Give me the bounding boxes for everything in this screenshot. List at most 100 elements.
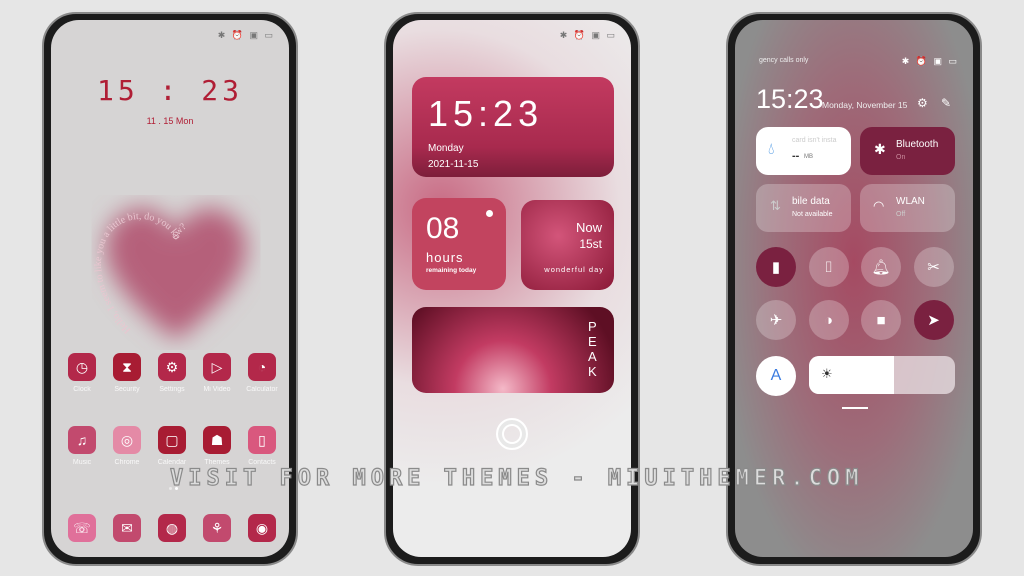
toggle-screenshot[interactable]: ✂ bbox=[913, 247, 954, 287]
wonderful-label: wonderful day bbox=[544, 265, 604, 274]
dock-app[interactable]: ✉ bbox=[113, 514, 141, 542]
chrome-icon: ◎ bbox=[120, 431, 134, 448]
gear-icon: ⚙ bbox=[165, 358, 179, 375]
calendar-icon: ▢ bbox=[165, 431, 179, 448]
watermark: VISIT FOR MORE THEMES - MIUITHEMER.COM bbox=[169, 465, 864, 491]
now-label: Now bbox=[575, 220, 602, 235]
water-drop-icon: 💧︎ bbox=[768, 141, 775, 158]
camera-icon: ◉ bbox=[255, 519, 269, 536]
carrier-text: gency calls only bbox=[759, 57, 809, 64]
screenshot-icon: ✂ bbox=[927, 259, 940, 276]
home-indicator[interactable] bbox=[842, 407, 868, 409]
cc-date: Monday, November 15 bbox=[822, 100, 908, 110]
hours-label: hours bbox=[426, 250, 464, 265]
peak-label: PEAK bbox=[588, 319, 597, 379]
app-label: Settings bbox=[159, 386, 185, 393]
reading-mode-icon: ◑ bbox=[823, 311, 834, 329]
clock-time: 15 : 23 bbox=[96, 74, 243, 107]
app-contacts[interactable]: ▯ bbox=[248, 426, 276, 454]
app-label: Mi Video bbox=[203, 386, 231, 393]
dock-app[interactable]: ⚘ bbox=[203, 514, 231, 542]
toggle-airplane[interactable]: ✈ bbox=[756, 300, 796, 340]
clock-date: 11 . 15 Mon bbox=[146, 116, 194, 126]
browser-icon: ◍ bbox=[165, 519, 179, 536]
toggle-reading-mode[interactable]: ◑ bbox=[808, 300, 849, 340]
dock-app[interactable]: ◉ bbox=[248, 514, 276, 542]
sun-icon: ☀ bbox=[821, 366, 833, 381]
fingerprint-icon[interactable] bbox=[496, 418, 528, 450]
hours-widget[interactable]: 08 hours remaining today bbox=[412, 198, 506, 290]
vibrate-icon: ▮ bbox=[771, 259, 781, 276]
mobile-data-status: Not available bbox=[792, 211, 833, 218]
bluetooth-status: On bbox=[896, 154, 906, 161]
status-icons: ✱ ⏰ ▣ ▭ bbox=[901, 56, 959, 66]
toggle-vibrate[interactable]: ▮ bbox=[756, 247, 796, 287]
app-settings[interactable]: ⚙ bbox=[158, 353, 186, 381]
dock-app[interactable]: ◍ bbox=[158, 514, 186, 542]
mobile-data-title: bile data bbox=[792, 196, 830, 207]
dot bbox=[486, 210, 493, 217]
wlan-status: Off bbox=[896, 211, 906, 218]
app-calendar[interactable]: ▢ bbox=[158, 426, 186, 454]
rose-icon: ⚘ bbox=[210, 519, 224, 536]
app-label: Calendar bbox=[157, 459, 187, 466]
app-mi-video[interactable]: ▷ bbox=[203, 353, 231, 381]
data-tile-unit: MB bbox=[804, 154, 813, 160]
remaining-label: remaining today bbox=[426, 267, 477, 274]
app-label: Clock bbox=[73, 386, 91, 393]
cc-time: 15:23 bbox=[756, 84, 824, 114]
bluetooth-tile[interactable]: ✱ Bluetooth On bbox=[860, 127, 955, 175]
location-icon: ➤ bbox=[927, 312, 940, 329]
status-icons: ✱ ⏰ ▣ ▭ bbox=[217, 30, 275, 40]
hourglass-icon: ⧗ bbox=[122, 358, 132, 375]
phone-icon: ☏ bbox=[73, 519, 91, 536]
heart-wallpaper: Hello, I seem to like you a little bit, … bbox=[81, 180, 271, 350]
contacts-icon: ▯ bbox=[258, 431, 266, 448]
app-clock[interactable]: ◷ bbox=[68, 353, 96, 381]
data-tile-title: card isn't insta bbox=[792, 137, 837, 144]
wlan-title: WLAN bbox=[896, 196, 925, 207]
app-label: Music bbox=[72, 459, 92, 466]
toggle-location[interactable]: ➤ bbox=[913, 300, 954, 340]
app-security[interactable]: ⧗ bbox=[113, 353, 141, 381]
mobile-data-tile[interactable]: ⇅ bile data Not available bbox=[756, 184, 851, 232]
bluetooth-title: Bluetooth bbox=[896, 139, 939, 150]
lock-icon: ■ bbox=[876, 311, 886, 329]
brightness-slider[interactable]: ☀ bbox=[809, 356, 955, 394]
date-widget[interactable]: Now 15st wonderful day bbox=[521, 200, 614, 290]
app-label: Security bbox=[114, 386, 140, 393]
toggle-bell[interactable]: 🔔︎ bbox=[861, 247, 901, 287]
toggle-lock[interactable]: ■ bbox=[861, 300, 901, 340]
bluetooth-icon: ✱ bbox=[874, 141, 886, 157]
app-label: Contacts bbox=[248, 459, 276, 466]
dock-app[interactable]: ☏ bbox=[68, 514, 96, 542]
day-ordinal: 15st bbox=[579, 237, 602, 251]
app-label: Themes bbox=[204, 459, 230, 466]
auto-brightness-button[interactable]: A bbox=[756, 356, 796, 396]
toggle-flashlight[interactable]: ⌷ bbox=[808, 247, 849, 287]
play-icon: ▷ bbox=[211, 358, 223, 375]
widget-time: 15:23 bbox=[428, 93, 544, 134]
app-themes[interactable]: ☗ bbox=[203, 426, 231, 454]
status-icons: ✱ ⏰ ▣ ▭ bbox=[559, 30, 617, 40]
bell-icon: 🔔︎ bbox=[871, 259, 891, 276]
airplane-icon: ✈ bbox=[769, 312, 783, 329]
data-usage-tile[interactable]: 💧︎ card isn't insta -- MB bbox=[756, 127, 851, 175]
ghost-icon: ☗ bbox=[210, 431, 224, 448]
settings-icon[interactable]: ⚙ bbox=[917, 96, 928, 110]
wlan-tile[interactable]: ◠ WLAN Off bbox=[860, 184, 955, 232]
widget-day: Monday bbox=[428, 143, 464, 154]
clock-icon: ◷ bbox=[75, 358, 89, 375]
data-tile-value: -- bbox=[792, 150, 800, 162]
music-icon: ♫ bbox=[76, 432, 88, 448]
app-label: Chrome bbox=[114, 459, 140, 466]
clock-widget[interactable]: 15:23 Monday 2021-11-15 bbox=[412, 77, 614, 177]
app-calculator[interactable]: ◔ bbox=[248, 353, 276, 381]
widget-date: 2021-11-15 bbox=[428, 159, 479, 170]
hours-value: 08 bbox=[426, 212, 460, 245]
peak-widget[interactable]: PEAK bbox=[412, 307, 614, 393]
edit-icon[interactable]: ✎ bbox=[941, 96, 951, 110]
app-music[interactable]: ♫ bbox=[68, 426, 96, 454]
app-chrome[interactable]: ◎ bbox=[113, 426, 141, 454]
mobile-data-icon: ⇅ bbox=[770, 198, 781, 213]
